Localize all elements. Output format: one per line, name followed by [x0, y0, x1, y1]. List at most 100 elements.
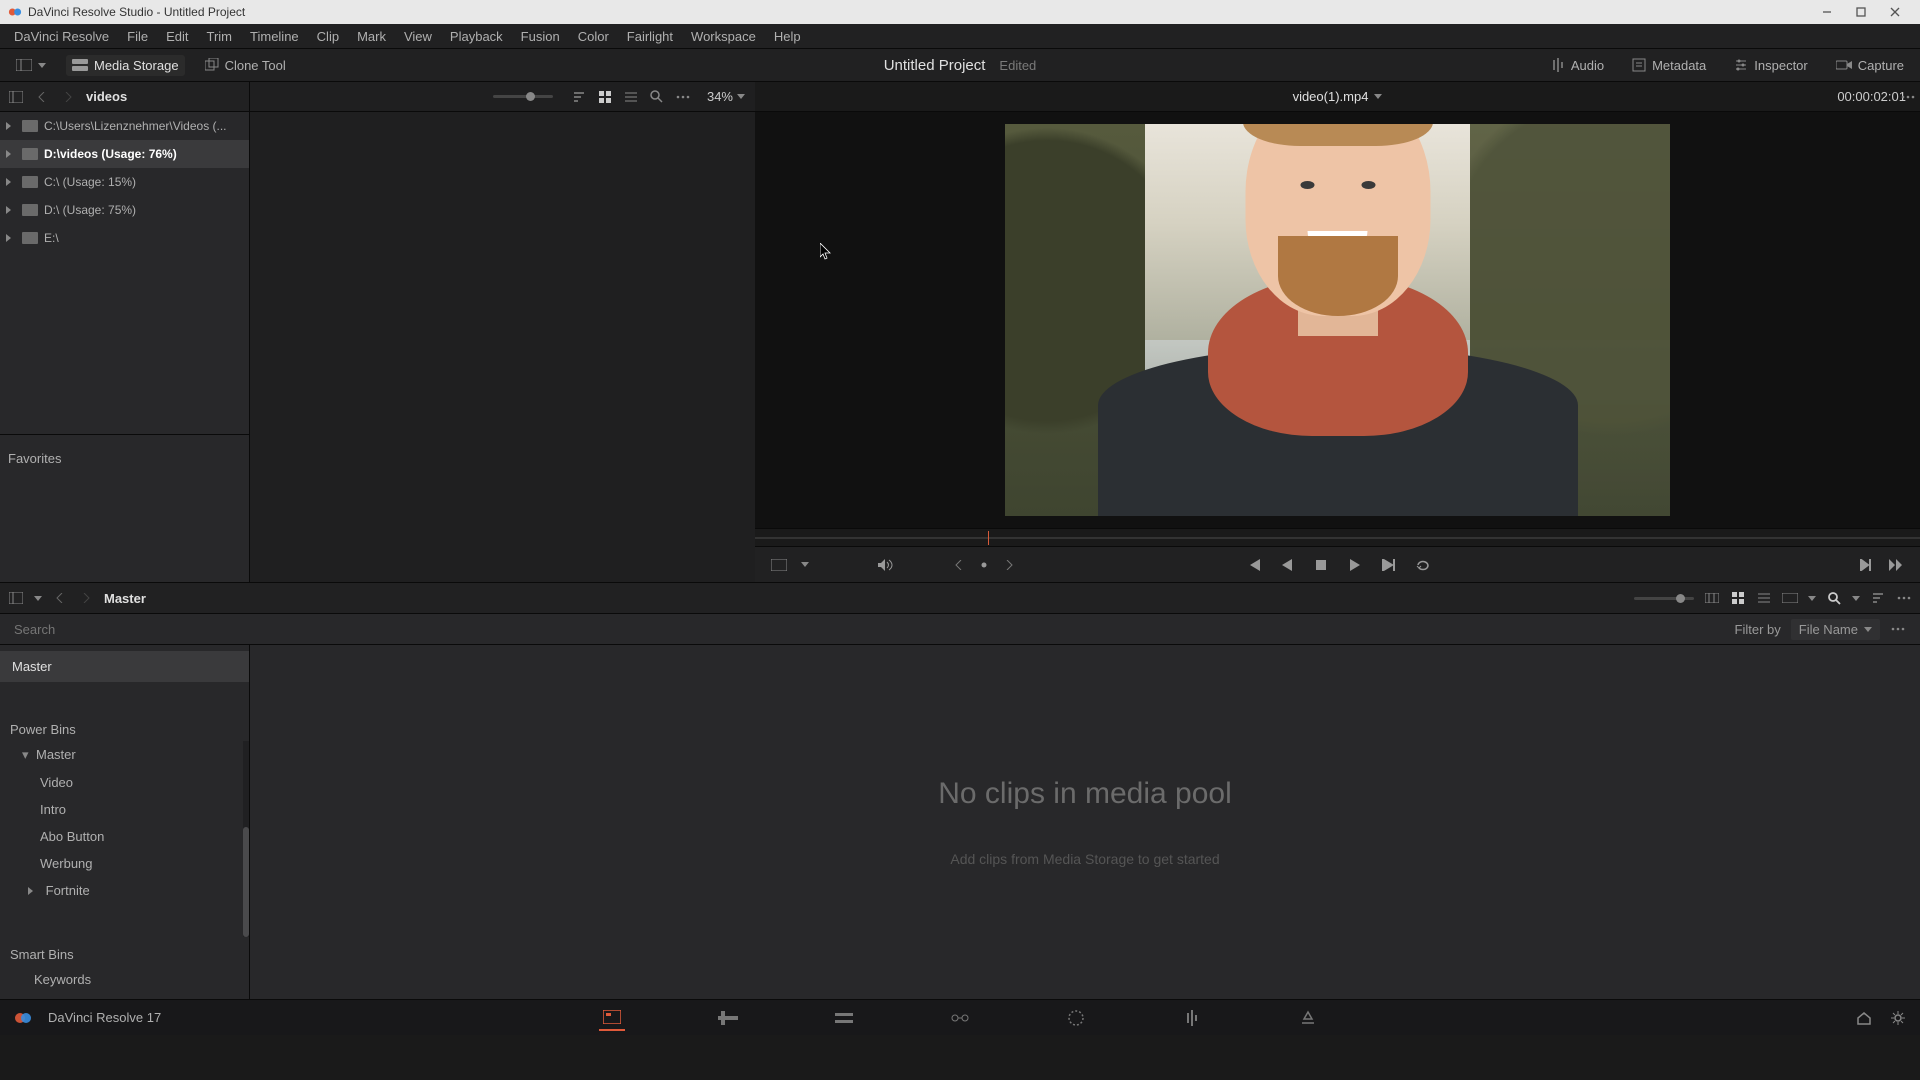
- list-view-icon[interactable]: [1756, 590, 1772, 606]
- menu-help[interactable]: Help: [766, 27, 809, 46]
- zoom-dropdown[interactable]: 34%: [707, 89, 745, 104]
- power-bin-master[interactable]: ▾Master: [0, 741, 243, 769]
- chevron-down-icon[interactable]: [801, 562, 809, 567]
- close-button[interactable]: [1878, 0, 1912, 24]
- menu-view[interactable]: View: [396, 27, 440, 46]
- menu-clip[interactable]: Clip: [309, 27, 347, 46]
- sort-icon[interactable]: [571, 89, 587, 105]
- menu-mark[interactable]: Mark: [349, 27, 394, 46]
- nav-back-icon[interactable]: [34, 89, 50, 105]
- menu-fairlight[interactable]: Fairlight: [619, 27, 681, 46]
- pool-breadcrumb[interactable]: Master: [104, 591, 146, 606]
- jog-back-icon[interactable]: [951, 557, 967, 573]
- pool-search-input[interactable]: [14, 622, 1735, 637]
- menu-timeline[interactable]: Timeline: [242, 27, 307, 46]
- metadata-button[interactable]: Metadata: [1626, 55, 1712, 76]
- viewer-more-icon[interactable]: [1900, 89, 1916, 105]
- aspect-icon[interactable]: [1782, 590, 1798, 606]
- expand-icon[interactable]: [6, 150, 16, 158]
- storage-row[interactable]: C:\ (Usage: 15%): [0, 168, 249, 196]
- power-bin-item[interactable]: Video: [0, 769, 243, 796]
- expand-icon[interactable]: [6, 178, 16, 186]
- go-end-icon[interactable]: [1381, 557, 1397, 573]
- menu-edit[interactable]: Edit: [158, 27, 196, 46]
- expand-icon[interactable]: [6, 206, 16, 214]
- storage-breadcrumb[interactable]: videos: [86, 89, 127, 104]
- menu-trim[interactable]: Trim: [199, 27, 241, 46]
- jog-fwd-icon[interactable]: [1001, 557, 1017, 573]
- menu-workspace[interactable]: Workspace: [683, 27, 764, 46]
- inspector-button[interactable]: Inspector: [1728, 55, 1813, 76]
- expand-icon[interactable]: [6, 234, 16, 242]
- menu-playback[interactable]: Playback: [442, 27, 511, 46]
- chevron-down-icon[interactable]: [1852, 596, 1860, 601]
- page-media[interactable]: [599, 1005, 625, 1031]
- search-icon[interactable]: [1826, 590, 1842, 606]
- volume-icon[interactable]: [877, 557, 893, 573]
- nav-back-icon[interactable]: [52, 590, 68, 606]
- smart-bin-item[interactable]: Keywords: [0, 966, 249, 993]
- play-icon[interactable]: [1347, 557, 1363, 573]
- last-clip-icon[interactable]: [1888, 557, 1904, 573]
- filter-by-dropdown[interactable]: File Name: [1791, 619, 1880, 640]
- audio-button[interactable]: Audio: [1545, 55, 1610, 76]
- step-back-icon[interactable]: [1279, 557, 1295, 573]
- jog-dot-icon[interactable]: [981, 557, 987, 573]
- nav-forward-icon[interactable]: [78, 590, 94, 606]
- go-start-icon[interactable]: [1245, 557, 1261, 573]
- panel-toggle-button[interactable]: [10, 56, 52, 74]
- media-pool-clips-area[interactable]: No clips in media pool Add clips from Me…: [250, 645, 1920, 999]
- power-bin-item[interactable]: Intro: [0, 796, 243, 823]
- storage-row[interactable]: D:\ (Usage: 75%): [0, 196, 249, 224]
- power-bin-item[interactable]: Werbung: [0, 850, 243, 877]
- nav-forward-icon[interactable]: [60, 89, 76, 105]
- match-frame-icon[interactable]: [771, 557, 787, 573]
- sidebar-toggle-icon[interactable]: [8, 89, 24, 105]
- expand-icon[interactable]: [28, 887, 38, 895]
- menu-file[interactable]: File: [119, 27, 156, 46]
- chevron-down-icon[interactable]: [1808, 596, 1816, 601]
- settings-icon[interactable]: [1890, 1010, 1906, 1026]
- strip-view-icon[interactable]: [1704, 590, 1720, 606]
- loop-icon[interactable]: [1415, 557, 1431, 573]
- pool-thumb-slider[interactable]: [1634, 597, 1694, 600]
- power-bin-item[interactable]: Fortnite: [0, 877, 243, 904]
- storage-row[interactable]: E:\: [0, 224, 249, 252]
- bins-scrollbar[interactable]: [243, 741, 249, 937]
- clone-tool-button[interactable]: Clone Tool: [199, 55, 292, 76]
- more-icon[interactable]: [1890, 621, 1906, 637]
- stop-icon[interactable]: [1313, 557, 1329, 573]
- favorites-area[interactable]: [0, 472, 249, 582]
- menu-color[interactable]: Color: [570, 27, 617, 46]
- list-view-icon[interactable]: [623, 89, 639, 105]
- page-deliver[interactable]: [1295, 1005, 1321, 1031]
- minimize-button[interactable]: [1810, 0, 1844, 24]
- storage-row[interactable]: C:\Users\Lizenznehmer\Videos (...: [0, 112, 249, 140]
- viewer-scrub-bar[interactable]: [755, 528, 1920, 546]
- expand-icon[interactable]: [6, 122, 16, 130]
- sidebar-toggle-icon[interactable]: [8, 590, 24, 606]
- thumb-size-slider[interactable]: [493, 95, 553, 98]
- chevron-down-icon[interactable]: [34, 596, 42, 601]
- home-icon[interactable]: [1856, 1010, 1872, 1026]
- timecode-display[interactable]: 00:00:02:01: [1837, 89, 1906, 104]
- more-icon[interactable]: [675, 89, 691, 105]
- playhead[interactable]: [988, 531, 989, 545]
- page-edit[interactable]: [831, 1005, 857, 1031]
- clip-name-dropdown[interactable]: video(1).mp4: [1293, 89, 1383, 104]
- menu-davinci[interactable]: DaVinci Resolve: [6, 27, 117, 46]
- storage-row[interactable]: D:\videos (Usage: 76%): [0, 140, 249, 168]
- bin-master[interactable]: Master: [0, 651, 249, 682]
- page-fusion[interactable]: [947, 1005, 973, 1031]
- search-icon[interactable]: [649, 89, 665, 105]
- capture-button[interactable]: Capture: [1830, 55, 1910, 76]
- maximize-button[interactable]: [1844, 0, 1878, 24]
- page-color[interactable]: [1063, 1005, 1089, 1031]
- media-storage-button[interactable]: Media Storage: [66, 55, 185, 76]
- page-fairlight[interactable]: [1179, 1005, 1205, 1031]
- power-bin-item[interactable]: Abo Button: [0, 823, 243, 850]
- menu-fusion[interactable]: Fusion: [513, 27, 568, 46]
- grid-view-icon[interactable]: [1730, 590, 1746, 606]
- sort-icon[interactable]: [1870, 590, 1886, 606]
- page-cut[interactable]: [715, 1005, 741, 1031]
